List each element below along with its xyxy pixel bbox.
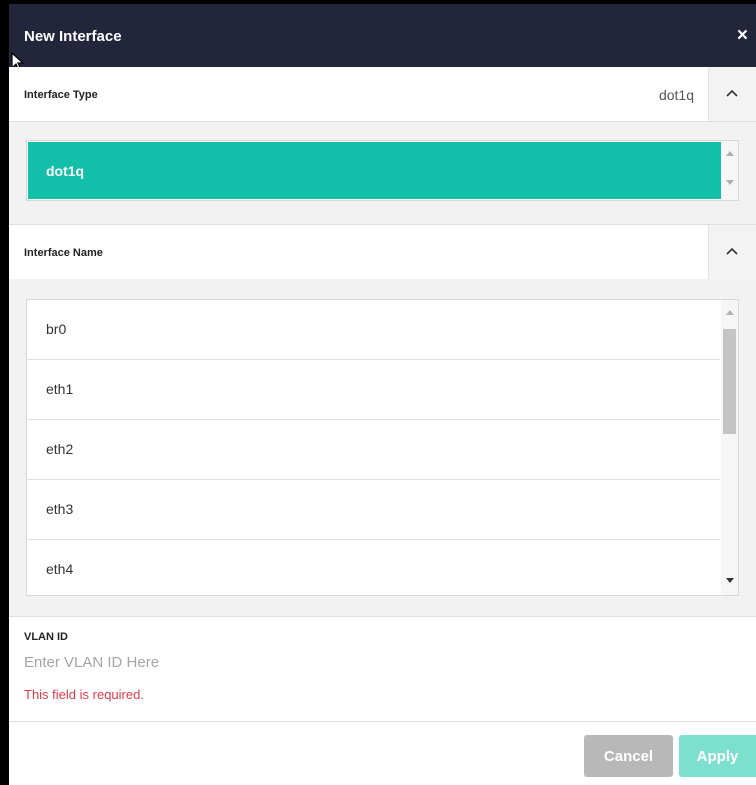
screen-frame-left (0, 0, 9, 785)
list-item-label: br0 (46, 321, 67, 337)
dialog-title: New Interface (24, 28, 122, 45)
interface-type-value: dot1q (658, 87, 694, 103)
list-item[interactable]: eth1 (27, 360, 720, 420)
new-interface-dialog: New Interface × Interface Type dot1q dot… (9, 4, 756, 785)
list-item[interactable]: eth4 (27, 540, 720, 595)
scrollbar-thumb[interactable] (723, 329, 736, 434)
list-item-label: eth3 (46, 501, 74, 517)
vlan-id-section: VLAN ID This field is required. (9, 616, 756, 722)
interface-type-label: Interface Type (24, 89, 98, 101)
list-item-label: eth1 (46, 381, 74, 397)
interface-name-label: Interface Name (24, 247, 103, 259)
apply-button[interactable]: Apply (679, 735, 756, 777)
interface-name-header[interactable]: Interface Name (9, 224, 756, 280)
interface-type-option-selected[interactable]: dot1q (28, 142, 721, 199)
list-item-label: eth2 (46, 441, 74, 457)
option-label: dot1q (46, 163, 85, 179)
vlan-id-label: VLAN ID (24, 631, 68, 643)
arrow-up-icon[interactable] (726, 151, 734, 156)
cancel-button[interactable]: Cancel (584, 735, 673, 777)
arrow-up-icon[interactable] (726, 310, 734, 315)
interface-type-scrollbar[interactable] (721, 141, 738, 200)
chevron-up-icon (726, 89, 738, 97)
list-item[interactable]: br0 (27, 300, 720, 360)
arrow-down-icon[interactable] (726, 578, 734, 583)
dialog-titlebar: New Interface × (9, 4, 756, 67)
interface-name-listbox[interactable]: br0 eth1 eth2 eth3 eth4 (26, 299, 739, 596)
interface-type-header[interactable]: Interface Type dot1q (9, 67, 756, 122)
interface-type-collapse-button[interactable] (708, 67, 756, 121)
interface-type-panel: dot1q (9, 122, 756, 224)
list-item[interactable]: eth2 (27, 420, 720, 480)
list-item-label: eth4 (46, 561, 74, 577)
arrow-down-icon[interactable] (726, 180, 734, 185)
chevron-up-icon (726, 247, 738, 255)
interface-name-panel: br0 eth1 eth2 eth3 eth4 (9, 279, 756, 616)
interface-name-collapse-button[interactable] (708, 225, 756, 279)
close-icon[interactable]: × (737, 26, 748, 45)
interface-type-listbox[interactable]: dot1q (26, 140, 739, 201)
vlan-id-input[interactable] (24, 654, 424, 671)
vlan-id-error: This field is required. (24, 687, 144, 702)
list-item[interactable]: eth3 (27, 480, 720, 540)
interface-name-scrollbar[interactable] (721, 300, 738, 595)
